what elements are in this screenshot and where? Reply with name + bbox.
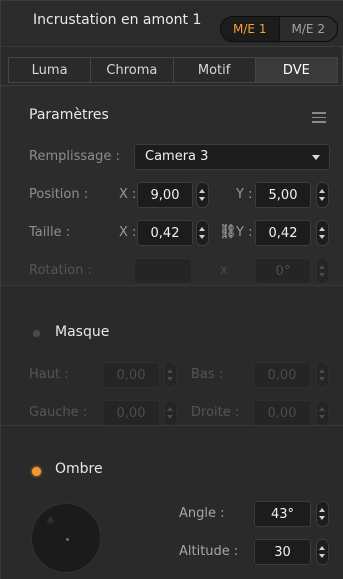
parameters-section: Paramètres Remplissage : Camera 3 Positi… — [1, 85, 343, 285]
me1-button[interactable]: M/E 1 — [221, 17, 279, 41]
altitude-label: Altitude : — [179, 544, 239, 559]
tab-luma[interactable]: Luma — [9, 58, 92, 82]
altitude-field[interactable]: 30 — [254, 539, 311, 565]
rotation-label: Rotation : — [29, 263, 92, 278]
upstream-key-panel: Incrustation en amont 1 M/E 1 M/E 2 Luma… — [0, 0, 343, 579]
fill-source-value: Camera 3 — [145, 149, 209, 164]
position-y-axis-label: Y : — [236, 187, 253, 202]
mask-right-label: Droite : — [191, 405, 240, 420]
mask-top-field: 0,00 — [102, 362, 160, 388]
fill-source-dropdown[interactable]: Camera 3 — [134, 144, 330, 170]
mask-bottom-label: Bas : — [191, 367, 224, 382]
position-label: Position : — [29, 187, 89, 202]
position-x-stepper[interactable] — [196, 182, 209, 208]
position-y-field[interactable]: 5,00 — [255, 182, 311, 208]
shadow-toggle[interactable] — [32, 467, 41, 476]
angle-field[interactable]: 43° — [254, 501, 311, 527]
mask-left-field: 0,00 — [102, 400, 160, 426]
mask-bottom-field: 0,00 — [253, 362, 311, 388]
position-y-stepper[interactable] — [316, 182, 329, 208]
rotation-left-field — [134, 258, 192, 284]
me-selector: M/E 1 M/E 2 — [220, 16, 338, 42]
mask-left-stepper — [164, 400, 177, 426]
mask-top-label: Haut : — [29, 367, 69, 382]
mask-toggle[interactable] — [32, 329, 41, 338]
position-x-axis-label: X : — [119, 187, 137, 202]
chain-link-icon[interactable]: ⛓ — [219, 224, 237, 240]
shadow-section: Ombre ☼ Angle : 43° Altitude : 30 — [1, 425, 343, 579]
hamburger-menu-icon[interactable] — [312, 112, 326, 123]
size-x-stepper[interactable] — [196, 220, 209, 246]
size-y-axis-label: Y : — [236, 225, 253, 240]
shadow-title: Ombre — [55, 461, 103, 477]
angle-stepper[interactable] — [316, 501, 329, 527]
mask-top-stepper — [164, 362, 177, 388]
mask-title: Masque — [55, 324, 110, 340]
panel-header: Incrustation en amont 1 M/E 1 M/E 2 — [1, 1, 343, 47]
light-source-icon: ☼ — [46, 516, 55, 527]
rotation-field: 0° — [255, 258, 311, 284]
mask-section: Masque Haut : 0,00 Bas : 0,00 Gauche : 0… — [1, 285, 343, 426]
fill-label: Remplissage : — [29, 149, 120, 164]
tab-motif[interactable]: Motif — [173, 58, 256, 82]
shadow-direction-dial[interactable]: ☼ — [31, 503, 101, 573]
dial-center-dot — [66, 538, 69, 541]
rotation-stepper — [316, 258, 329, 284]
size-x-axis-label: X : — [119, 225, 137, 240]
mask-right-stepper — [316, 400, 329, 426]
mask-right-field: 0,00 — [253, 400, 311, 426]
parameters-title: Paramètres — [29, 107, 109, 123]
angle-label: Angle : — [179, 506, 225, 521]
position-x-field[interactable]: 9,00 — [137, 182, 193, 208]
mask-left-label: Gauche : — [29, 405, 88, 420]
size-y-stepper[interactable] — [316, 220, 329, 246]
tab-chroma[interactable]: Chroma — [91, 58, 174, 82]
key-type-tabs: Luma Chroma Motif DVE — [8, 57, 338, 83]
tab-dve[interactable]: DVE — [255, 58, 337, 82]
panel-title: Incrustation en amont 1 — [33, 12, 202, 28]
size-y-field[interactable]: 0,42 — [255, 220, 311, 246]
chevron-down-icon — [312, 155, 320, 160]
altitude-stepper[interactable] — [316, 539, 329, 565]
size-x-field[interactable]: 0,42 — [137, 220, 193, 246]
rotation-axis-label: x — [220, 263, 228, 278]
me2-button[interactable]: M/E 2 — [278, 17, 337, 41]
size-label: Taille : — [29, 225, 71, 240]
mask-bottom-stepper — [316, 362, 329, 388]
